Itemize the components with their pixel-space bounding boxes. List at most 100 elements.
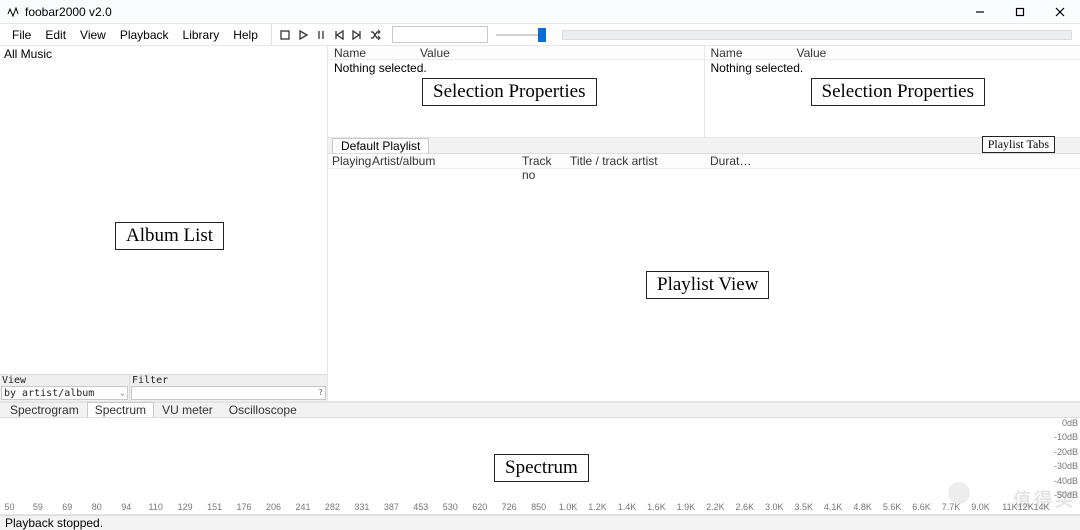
- visualizer-tabs: Spectrogram Spectrum VU meter Oscillosco…: [0, 402, 1080, 418]
- view-sort-dropdown[interactable]: by artist/album ⌄: [1, 386, 128, 400]
- menu-file[interactable]: File: [5, 25, 38, 45]
- db-label: -40dB: [1054, 476, 1078, 486]
- selection-properties-row: Name Value Nothing selected. Selection P…: [328, 46, 1080, 138]
- props-col-name[interactable]: Name: [328, 46, 414, 59]
- volume-thumb[interactable]: [538, 28, 546, 42]
- selection-properties-left: Name Value Nothing selected. Selection P…: [328, 46, 705, 137]
- freq-tick: 94: [121, 502, 131, 512]
- menu-view[interactable]: View: [73, 25, 113, 45]
- freq-tick: 59: [33, 502, 43, 512]
- menu-playback[interactable]: Playback: [113, 25, 176, 45]
- freq-tick: 9.0K: [971, 502, 990, 512]
- main-split: All Music Album List View by artist/albu…: [0, 46, 1080, 402]
- freq-tick: 282: [325, 502, 340, 512]
- freq-tick: 12K: [1018, 502, 1034, 512]
- album-list-root[interactable]: All Music: [0, 46, 327, 62]
- freq-tick: 850: [531, 502, 546, 512]
- app-icon: [6, 5, 20, 19]
- menu-library[interactable]: Library: [176, 25, 227, 45]
- col-track-no[interactable]: Track no: [518, 154, 566, 168]
- col-artist-album[interactable]: Artist/album: [368, 154, 518, 168]
- playlist-tab-default[interactable]: Default Playlist: [332, 138, 429, 153]
- play-icon[interactable]: [295, 27, 311, 43]
- props-empty-left: Nothing selected.: [328, 60, 704, 76]
- chevron-down-icon: ⌄: [120, 388, 125, 397]
- freq-tick: 620: [472, 502, 487, 512]
- freq-tick: 129: [178, 502, 193, 512]
- freq-tick: 4.8K: [853, 502, 872, 512]
- freq-tick: 1.9K: [677, 502, 696, 512]
- annotation-album-list: Album List: [115, 222, 224, 250]
- close-button[interactable]: [1040, 0, 1080, 24]
- minimize-button[interactable]: [960, 0, 1000, 24]
- freq-tick: 3.0K: [765, 502, 784, 512]
- col-title-track-artist[interactable]: Title / track artist: [566, 154, 706, 168]
- annotation-spectrum: Spectrum: [494, 454, 589, 482]
- next-icon[interactable]: [349, 27, 365, 43]
- db-label: -30dB: [1054, 461, 1078, 471]
- freq-tick: 241: [295, 502, 310, 512]
- stop-icon[interactable]: [277, 27, 293, 43]
- help-icon[interactable]: ?: [318, 388, 323, 397]
- window-title: foobar2000 v2.0: [25, 5, 112, 19]
- freq-tick: 176: [237, 502, 252, 512]
- db-label: 0dB: [1054, 418, 1078, 428]
- freq-tick: 387: [384, 502, 399, 512]
- freq-tick: 1.0K: [559, 502, 578, 512]
- freq-tick: 14K: [1033, 502, 1049, 512]
- freq-tick: 69: [62, 502, 72, 512]
- annotation-playlist-tabs: Playlist Tabs: [982, 136, 1055, 153]
- props-col-value[interactable]: Value: [414, 46, 456, 59]
- right-column: Name Value Nothing selected. Selection P…: [328, 46, 1080, 401]
- playback-order-dropdown[interactable]: [392, 26, 488, 43]
- vis-tab-spectrum[interactable]: Spectrum: [87, 402, 154, 417]
- freq-tick: 110: [149, 502, 163, 512]
- status-bar: Playback stopped.: [0, 515, 1080, 530]
- maximize-button[interactable]: [1000, 0, 1040, 24]
- freq-tick: 11K: [1002, 502, 1017, 512]
- menu-edit[interactable]: Edit: [38, 25, 73, 45]
- freq-tick: 1.4K: [618, 502, 637, 512]
- props-empty-right: Nothing selected.: [705, 60, 1080, 76]
- titlebar: foobar2000 v2.0: [0, 0, 1080, 24]
- col-playing[interactable]: Playing: [328, 154, 368, 168]
- vis-tab-vu-meter[interactable]: VU meter: [154, 402, 221, 417]
- album-list-panel: All Music Album List View by artist/albu…: [0, 46, 328, 401]
- spectrum-visualizer[interactable]: 0dB -10dB -20dB -30dB -40dB -50dB 505969…: [0, 418, 1080, 515]
- frequency-scale: 5059698094110129151176206241282331387453…: [0, 502, 1052, 514]
- prev-icon[interactable]: [331, 27, 347, 43]
- col-duration[interactable]: Durat…: [706, 154, 756, 168]
- vis-tab-oscilloscope[interactable]: Oscilloscope: [221, 402, 305, 417]
- freq-tick: 331: [354, 502, 369, 512]
- props-col-name[interactable]: Name: [705, 46, 791, 59]
- freq-tick: 2.6K: [736, 502, 755, 512]
- freq-tick: 453: [413, 502, 428, 512]
- db-label: -10dB: [1054, 432, 1078, 442]
- freq-tick: 151: [207, 502, 222, 512]
- playlist-tabs: Default Playlist Playlist Tabs: [328, 138, 1080, 154]
- db-scale: 0dB -10dB -20dB -30dB -40dB -50dB: [1054, 418, 1078, 500]
- freq-tick: 1.6K: [647, 502, 666, 512]
- status-text: Playback stopped.: [5, 516, 103, 530]
- playlist-columns: Playing Artist/album Track no Title / tr…: [328, 154, 1080, 169]
- freq-tick: 2.2K: [706, 502, 725, 512]
- props-col-value[interactable]: Value: [791, 46, 833, 59]
- annotation-selection-properties-right: Selection Properties: [811, 78, 986, 106]
- window-controls: [960, 0, 1080, 24]
- playlist-view[interactable]: Playlist View: [328, 169, 1080, 401]
- seek-bar[interactable]: [562, 27, 1072, 43]
- db-label: -20dB: [1054, 447, 1078, 457]
- freq-tick: 530: [443, 502, 458, 512]
- freq-tick: 5.6K: [883, 502, 902, 512]
- menu-help[interactable]: Help: [226, 25, 265, 45]
- view-sort-label: View: [1, 375, 128, 386]
- filter-input[interactable]: ?: [131, 386, 326, 400]
- pause-icon[interactable]: [313, 27, 329, 43]
- freq-tick: 6.6K: [912, 502, 931, 512]
- random-icon[interactable]: [367, 27, 383, 43]
- filter-label: Filter: [131, 375, 326, 386]
- freq-tick: 1.2K: [588, 502, 607, 512]
- vis-tab-spectrogram[interactable]: Spectrogram: [2, 402, 87, 417]
- selection-properties-right: Name Value Nothing selected. Selection P…: [705, 46, 1080, 137]
- volume-slider[interactable]: [496, 24, 546, 46]
